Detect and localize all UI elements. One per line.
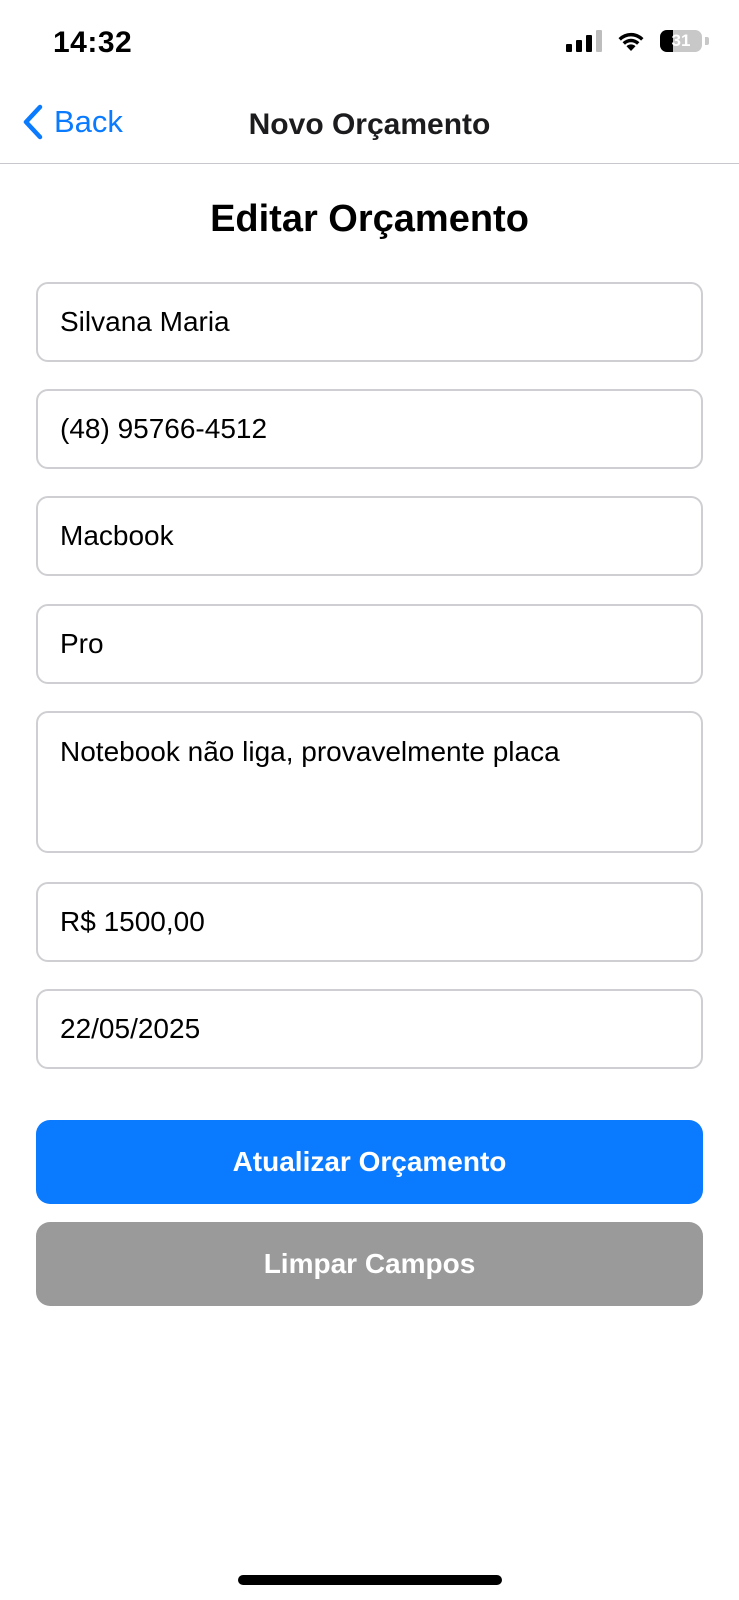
date-field[interactable] — [36, 989, 703, 1069]
status-time: 14:32 — [53, 26, 133, 59]
nav-title: Novo Orçamento — [248, 108, 491, 141]
device-field[interactable] — [36, 496, 703, 576]
wifi-icon — [618, 32, 644, 51]
battery-level: 31 — [671, 31, 691, 50]
phone-field[interactable] — [36, 389, 703, 469]
page-title: Editar Orçamento — [210, 198, 529, 240]
update-budget-button[interactable]: Atualizar Orçamento — [36, 1120, 703, 1204]
client-name-field[interactable] — [36, 282, 703, 362]
clear-fields-button[interactable]: Limpar Campos — [36, 1222, 703, 1306]
navigation-bar: Back Novo Orçamento — [0, 90, 739, 164]
problem-description-field[interactable]: Notebook não liga, provavelmente placa — [36, 711, 703, 853]
battery-cap — [705, 37, 709, 45]
status-icons: 31 — [566, 30, 709, 52]
home-indicator — [238, 1575, 502, 1585]
model-field[interactable] — [36, 604, 703, 684]
status-bar: 14:32 31 — [0, 0, 739, 90]
signal-icon — [566, 30, 602, 52]
price-field[interactable] — [36, 882, 703, 962]
battery-icon: 31 — [660, 30, 702, 52]
